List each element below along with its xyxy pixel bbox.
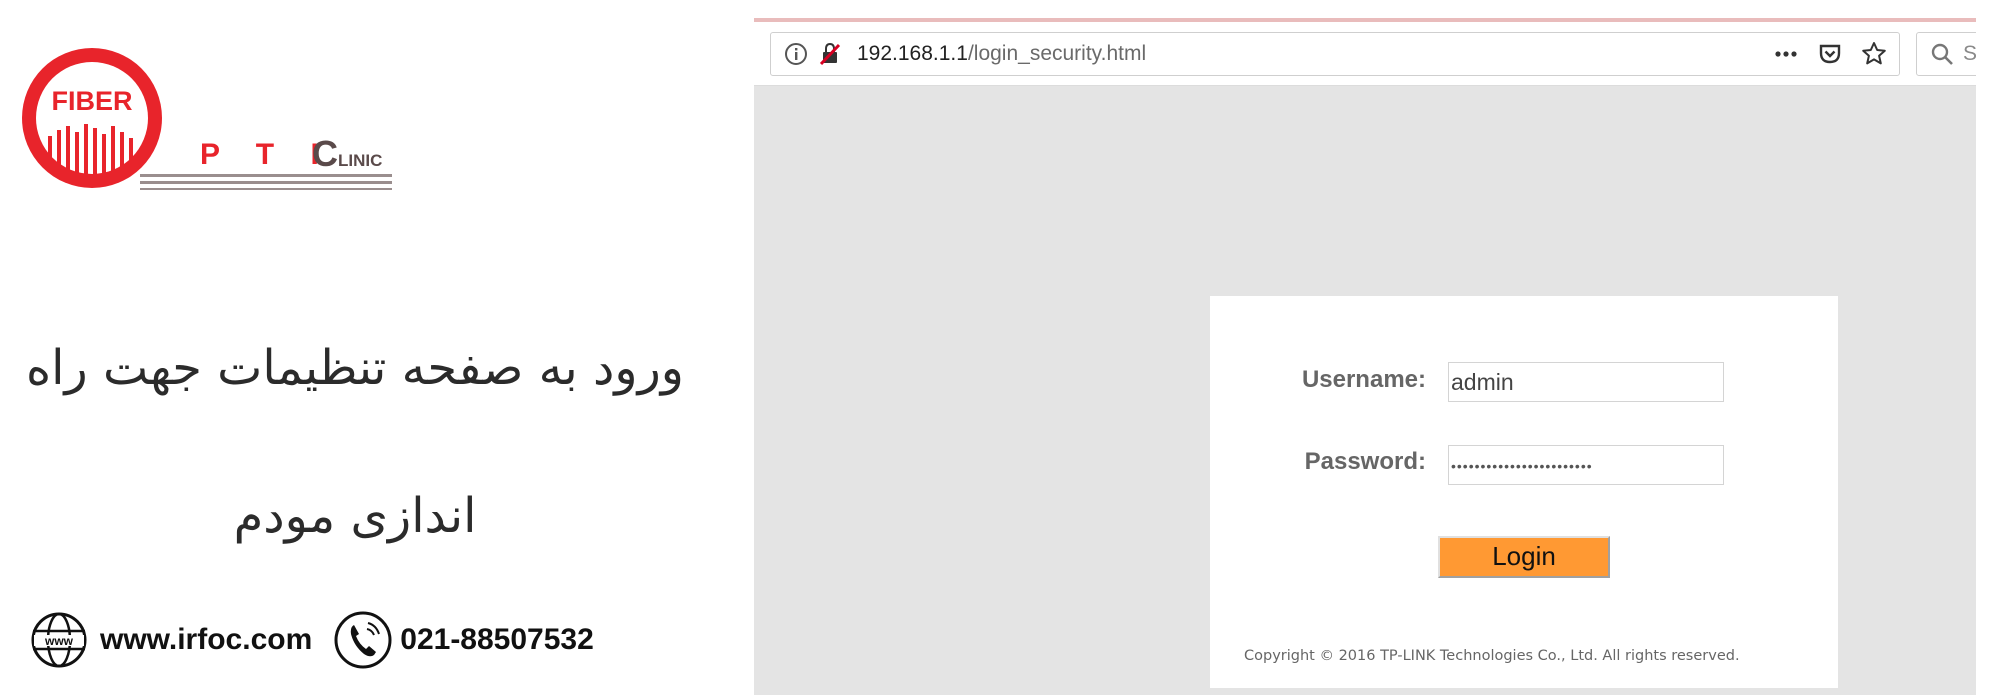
address-bar[interactable]: 192.168.1.1/login_security.html	[770, 32, 1900, 76]
bookmark-star-icon[interactable]	[1861, 41, 1887, 72]
website-link[interactable]: www.irfoc.com	[100, 623, 312, 657]
address-bar-actions	[1755, 41, 1887, 72]
logo-graphic: FIBER P T I C LINIC	[22, 48, 392, 190]
headline-line-2: اندازی مودم	[233, 488, 477, 544]
contact-bar: www www.irfoc.com 021-88507532	[30, 605, 594, 675]
url-text[interactable]: 192.168.1.1/login_security.html	[857, 42, 1146, 66]
login-panel: Username: admin Password: ••••••••••••••…	[1210, 296, 1838, 688]
search-bar[interactable]: S	[1916, 32, 1976, 76]
username-field[interactable]: admin	[1448, 362, 1724, 402]
copyright-text: Copyright © 2016 TP-LINK Technologies Co…	[1244, 648, 1740, 664]
search-placeholder: S	[1963, 42, 1976, 65]
page: FIBER P T I C LINIC ورود به صفحه تنظیمات…	[0, 0, 2000, 700]
login-button[interactable]: Login	[1438, 536, 1610, 578]
phone-number: 021-88507532	[400, 623, 594, 656]
search-icon	[1929, 41, 1955, 67]
info-icon[interactable]	[783, 41, 809, 67]
logo-brand-initial: C	[312, 133, 338, 174]
fiber-optic-clinic-logo: FIBER P T I C LINIC	[20, 40, 400, 200]
insecure-connection-icon[interactable]	[817, 41, 843, 67]
logo-brand-rest: LINIC	[338, 151, 382, 170]
phone-icon	[332, 609, 394, 671]
more-icon[interactable]	[1773, 41, 1799, 72]
password-field[interactable]: ••••••••••••••••••••••••	[1448, 445, 1724, 485]
browser-toolbar: 192.168.1.1/login_security.html S	[754, 22, 1976, 86]
password-label: Password:	[1304, 448, 1426, 475]
url-path: /login_security.html	[967, 42, 1147, 65]
pocket-icon[interactable]	[1817, 41, 1843, 72]
logo-circle-text: FIBER	[52, 86, 133, 116]
url-host: 192.168.1.1	[857, 42, 968, 65]
username-label: Username:	[1301, 366, 1426, 393]
globe-icon: www	[30, 611, 88, 669]
headline-line-1: ورود به صفحه تنظیمات جهت راه	[26, 340, 684, 396]
browser-window: 192.168.1.1/login_security.html S Userna…	[754, 18, 1976, 695]
svg-text:www: www	[44, 634, 74, 648]
